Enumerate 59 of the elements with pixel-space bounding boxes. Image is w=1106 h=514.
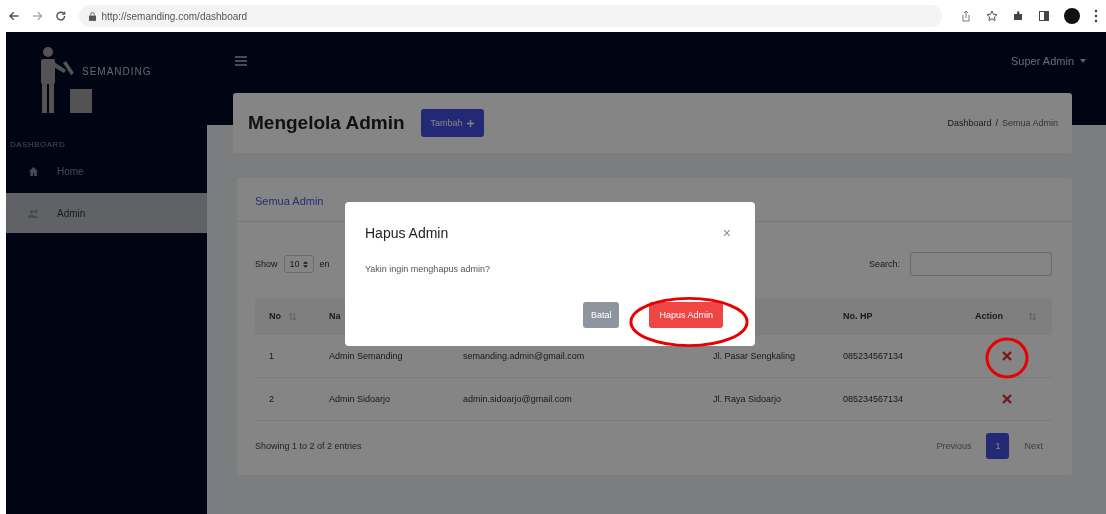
table-cell: semanding.admin@gmail.com (463, 351, 585, 361)
sidebar-item[interactable]: Home (6, 151, 207, 191)
search-field[interactable] (910, 252, 1052, 276)
table-cell: Admin Sidoarjo (329, 394, 391, 404)
table-cell: 085234567134 (843, 394, 904, 404)
highlight-circle (985, 337, 1029, 379)
brand-name: SEMANDING (82, 65, 152, 77)
length-label: en (319, 259, 330, 269)
sidebar-icon[interactable] (1038, 10, 1050, 22)
users-icon (28, 207, 39, 219)
menu-icon[interactable] (235, 56, 247, 66)
table-cell: 085234567134 (843, 351, 904, 361)
card-title: Semua Admin (255, 195, 325, 207)
pagination-button[interactable]: 1 (986, 433, 1010, 459)
avatar-icon[interactable] (1064, 8, 1080, 24)
delete-icon[interactable] (1002, 394, 1012, 404)
length-label: Show (255, 259, 278, 269)
back-icon[interactable] (8, 10, 20, 22)
home-icon (28, 165, 39, 177)
reload-icon[interactable] (55, 10, 67, 22)
url-text: http://semanding.com/dashboard (101, 10, 248, 22)
pagination-button[interactable]: Previous (927, 433, 981, 459)
breadcrumb-link[interactable]: Dashboard (947, 118, 992, 128)
column-header[interactable]: No (269, 311, 281, 321)
user-menu[interactable]: Super Admin (1011, 55, 1086, 67)
caret-icon (1080, 59, 1086, 63)
column-header[interactable]: Na (329, 311, 341, 321)
column-header[interactable]: Action (975, 311, 1003, 321)
page-title: Mengelola Admin (248, 112, 405, 134)
breadcrumb-current: Semua Admin (1001, 118, 1058, 128)
address-bar[interactable]: http://semanding.com/dashboard (78, 5, 942, 27)
table-cell: 1 (269, 351, 274, 361)
lock-icon (88, 11, 96, 21)
modal-message: Yakin ingin menghapus admin? (365, 264, 491, 274)
close-button[interactable]: × (718, 225, 735, 241)
star-icon[interactable] (986, 10, 998, 22)
sort-icon (302, 260, 308, 268)
plus-icon (466, 119, 474, 127)
cancel-button[interactable]: Batal (582, 302, 620, 328)
table-cell: Admin Semanding (329, 351, 403, 361)
delete-icon[interactable] (1002, 351, 1012, 361)
modal-title: Hapus Admin (365, 225, 449, 241)
pagination-button[interactable]: Next (1015, 433, 1052, 459)
search-label: Search: (868, 259, 900, 269)
menu-dots-icon[interactable] (1094, 9, 1098, 23)
table-cell: admin.sidoarjo@gmail.com (463, 394, 572, 404)
table-info: Showing 1 to 2 of 2 entries (255, 441, 362, 451)
column-header[interactable]: No. HP (843, 311, 873, 321)
sidebar-item[interactable]: Admin (6, 193, 207, 233)
share-icon[interactable] (960, 10, 972, 22)
add-button[interactable]: Tambah (420, 109, 484, 137)
table-cell: Jl. Raya Sidoarjo (713, 394, 782, 404)
table-cell: Jl. Pasar Sengkaling (713, 351, 796, 361)
table-cell: 2 (269, 394, 274, 404)
breadcrumb-separator: / (995, 118, 998, 128)
delete-button[interactable]: Hapus Admin (649, 302, 723, 328)
section-heading: DASHBOARD (9, 139, 67, 149)
page-length-select[interactable]: 10 (283, 255, 314, 273)
puzzle-icon[interactable] (1012, 10, 1024, 22)
